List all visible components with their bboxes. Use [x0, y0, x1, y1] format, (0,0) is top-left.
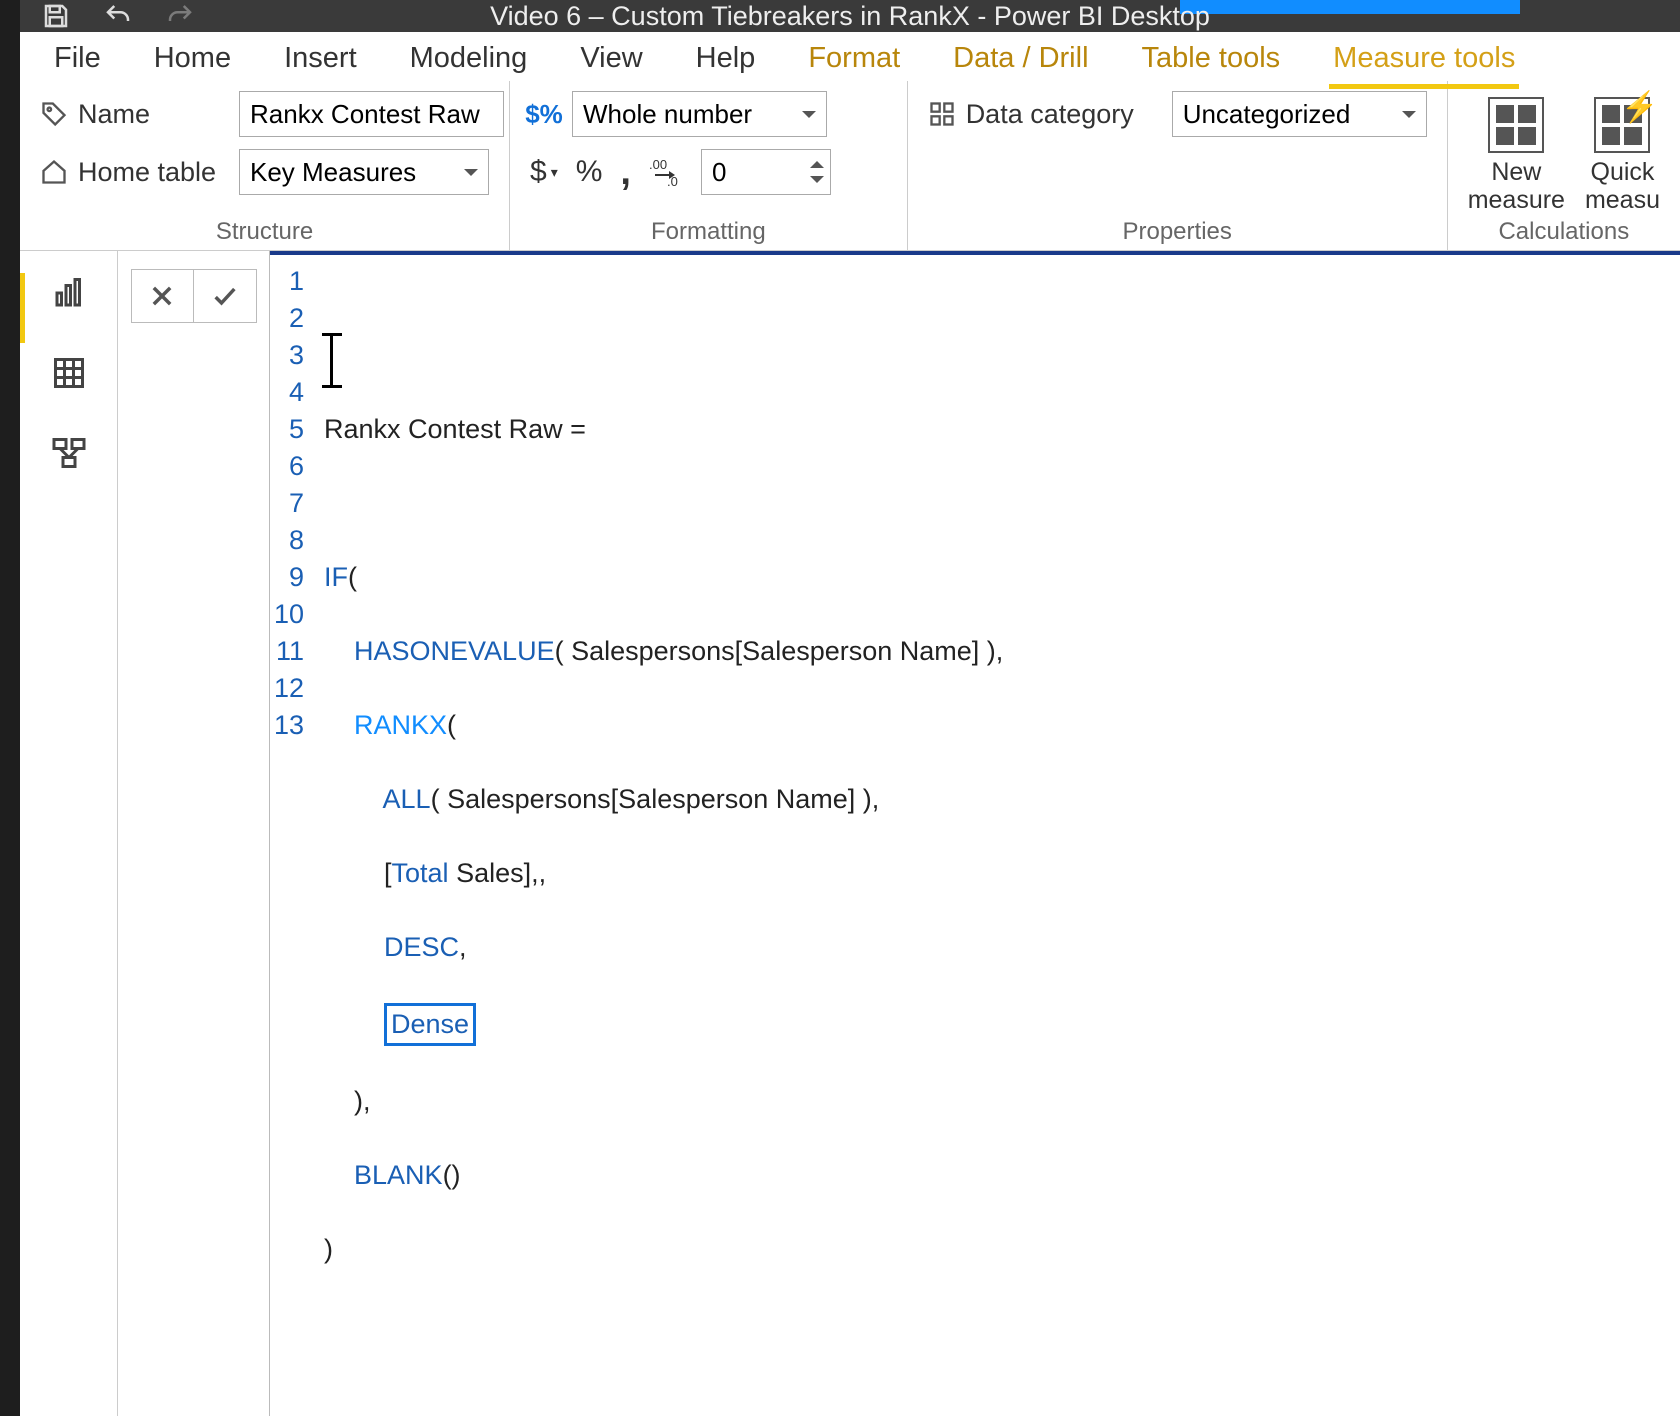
- ribbon-tabs: File Home Insert Modeling View Help Form…: [20, 32, 1680, 81]
- save-icon[interactable]: [40, 0, 72, 32]
- datacategory-label: Data category: [966, 99, 1134, 130]
- tab-measuretools[interactable]: Measure tools: [1329, 32, 1519, 81]
- spin-up-icon[interactable]: [810, 154, 824, 168]
- code-body[interactable]: Rankx Contest Raw = IF( HASONEVALUE( Sal…: [314, 255, 1680, 1416]
- tab-view[interactable]: View: [576, 32, 646, 81]
- cancel-formula-button[interactable]: [132, 270, 194, 322]
- grid-bolt-icon: ⚡: [1594, 97, 1650, 153]
- svg-text:.0: .0: [667, 174, 678, 187]
- formatting-group-label: Formatting: [530, 214, 887, 246]
- percent-button[interactable]: %: [576, 155, 603, 189]
- format-icon: $%: [530, 100, 558, 128]
- redo-icon[interactable]: [164, 0, 196, 32]
- grid-icon: [1488, 97, 1544, 153]
- name-input[interactable]: [239, 91, 504, 137]
- spin-down-icon[interactable]: [810, 176, 824, 190]
- quick-measure-button[interactable]: ⚡ Quick measu: [1585, 97, 1660, 214]
- hometable-select[interactable]: Key Measures: [239, 149, 489, 195]
- tab-tabletools[interactable]: Table tools: [1138, 32, 1285, 81]
- currency-button[interactable]: $ ▾: [530, 155, 558, 189]
- view-rail: [20, 251, 118, 1416]
- new-measure-button[interactable]: New measure: [1468, 97, 1565, 214]
- tab-insert[interactable]: Insert: [280, 32, 361, 81]
- hometable-label: Home table: [78, 157, 216, 188]
- category-icon: [928, 100, 956, 128]
- data-view-icon[interactable]: [49, 353, 89, 393]
- svg-text:.00: .00: [649, 157, 667, 172]
- commit-formula-button[interactable]: [194, 270, 256, 322]
- formula-editor[interactable]: 1 2 3 4 5 6 7 8 9 10 11 12 13 Rankx Cont…: [270, 251, 1680, 1416]
- decimals-input[interactable]: [701, 149, 831, 195]
- tab-home[interactable]: Home: [150, 32, 235, 81]
- line-gutter: 1 2 3 4 5 6 7 8 9 10 11 12 13: [270, 255, 314, 1416]
- home-icon: [40, 158, 68, 186]
- tab-format[interactable]: Format: [804, 32, 904, 81]
- accent-bar: [1180, 0, 1520, 14]
- tab-file[interactable]: File: [50, 32, 105, 81]
- undo-icon[interactable]: [102, 0, 134, 32]
- name-label: Name: [78, 99, 150, 130]
- tag-icon: [40, 100, 68, 128]
- properties-group-label: Properties: [928, 214, 1427, 246]
- title-bar: Video 6 – Custom Tiebreakers in RankX - …: [20, 0, 1680, 32]
- structure-group-label: Structure: [40, 214, 489, 246]
- window-title: Video 6 – Custom Tiebreakers in RankX - …: [490, 1, 1210, 32]
- report-view-icon[interactable]: [49, 273, 89, 313]
- datatype-select[interactable]: Whole number: [572, 91, 827, 137]
- model-view-icon[interactable]: [49, 433, 89, 473]
- precision-button[interactable]: .00.0: [649, 157, 683, 187]
- text-cursor-icon: [330, 335, 333, 387]
- calculations-group-label: Calculations: [1468, 214, 1660, 246]
- datacategory-select[interactable]: Uncategorized: [1172, 91, 1427, 137]
- tab-modeling[interactable]: Modeling: [406, 32, 532, 81]
- tab-help[interactable]: Help: [692, 32, 760, 81]
- text-cursor-icon: [322, 385, 342, 388]
- comma-button[interactable]: ,: [620, 151, 631, 194]
- formula-controls: [118, 251, 270, 1416]
- tab-datadrill[interactable]: Data / Drill: [949, 32, 1092, 81]
- ribbon-body: Name Home table Key Measures: [20, 81, 1680, 251]
